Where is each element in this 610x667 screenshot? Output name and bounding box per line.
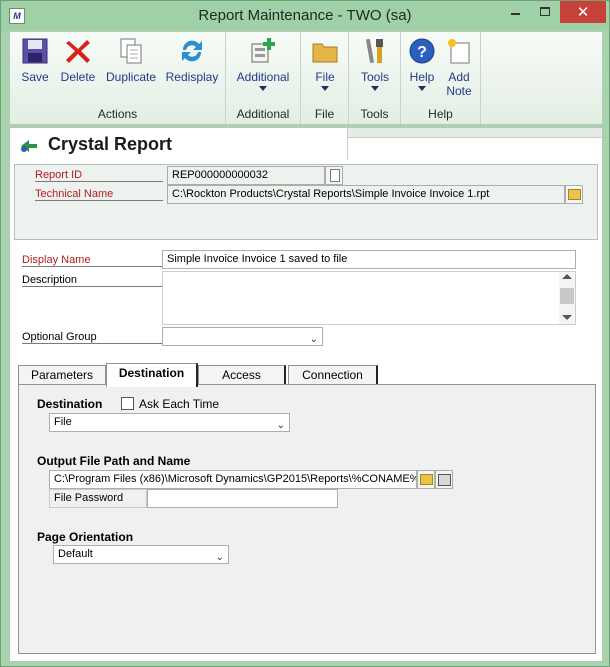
- scroll-thumb[interactable]: [560, 288, 574, 304]
- chevron-down-icon: ⌄: [215, 552, 224, 563]
- tab-parameters[interactable]: Parameters: [18, 365, 106, 386]
- minimize-button[interactable]: [501, 1, 531, 23]
- delete-label: Delete: [60, 70, 96, 84]
- add-note-icon: [448, 39, 470, 64]
- description-scrollbar[interactable]: [559, 272, 575, 324]
- tab-destination[interactable]: Destination: [106, 363, 198, 387]
- folder-icon: [568, 189, 581, 200]
- page-title: Crystal Report: [48, 134, 173, 154]
- help-button[interactable]: ? Help: [405, 36, 439, 91]
- tools-label: Tools: [360, 70, 389, 84]
- add-note-label: Add Note: [446, 70, 472, 98]
- redisplay-button[interactable]: Redisplay: [162, 36, 222, 84]
- output-path-label: Output File Path and Name: [37, 454, 191, 468]
- ribbon-group-label-file: File: [314, 107, 335, 121]
- optional-group-select[interactable]: ⌄: [162, 327, 323, 346]
- technical-name-browse-button[interactable]: [565, 185, 583, 204]
- ribbon-group-tools: Tools Tools: [349, 32, 401, 124]
- ribbon-group-additional: Additional Additional: [226, 32, 301, 124]
- tools-dropdown-icon: [371, 86, 379, 91]
- folder-icon: [420, 474, 433, 485]
- ribbon-group-label-help: Help: [428, 107, 453, 121]
- additional-label: Additional: [236, 70, 290, 84]
- file-password-field[interactable]: [147, 489, 338, 508]
- help-icon: ?: [409, 38, 435, 64]
- output-path-browse-button[interactable]: [417, 470, 435, 489]
- help-label: Help: [409, 70, 435, 84]
- save-button[interactable]: Save: [16, 36, 54, 84]
- crystal-report-icon: [21, 140, 37, 152]
- additional-button[interactable]: Additional: [230, 36, 296, 91]
- duplicate-button[interactable]: Duplicate: [102, 36, 160, 84]
- technical-name-field[interactable]: C:\Rockton Products\Crystal Reports\Simp…: [167, 185, 565, 204]
- delete-icon: [66, 40, 90, 63]
- add-note-button[interactable]: Add Note: [441, 36, 477, 98]
- calculator-icon: [438, 474, 451, 486]
- header-strip: [348, 128, 602, 138]
- ribbon-group-help: ? Help Add Note Help: [401, 32, 481, 124]
- report-id-field[interactable]: REP000000000032: [167, 166, 325, 185]
- tools-button[interactable]: Tools: [354, 36, 396, 91]
- folder-icon: [312, 43, 338, 63]
- tab-connection[interactable]: Connection: [288, 365, 378, 386]
- delete-button[interactable]: Delete: [56, 36, 100, 84]
- destination-select[interactable]: File ⌄: [49, 413, 290, 432]
- description-label: Description: [22, 274, 162, 287]
- ask-each-time-label: Ask Each Time: [139, 397, 220, 411]
- header-tab: Crystal Report: [10, 128, 348, 160]
- destination-label: Destination: [37, 397, 103, 411]
- output-path-variables-button[interactable]: [435, 470, 453, 489]
- chevron-down-icon: ⌄: [309, 334, 318, 345]
- output-path-field[interactable]: C:\Program Files (x86)\Microsoft Dynamic…: [49, 470, 417, 489]
- ribbon-group-label-additional: Additional: [236, 107, 290, 121]
- report-id-lookup-button[interactable]: [325, 166, 343, 185]
- duplicate-label: Duplicate: [105, 70, 157, 84]
- maximize-button[interactable]: [531, 1, 559, 23]
- scroll-up-icon[interactable]: [562, 274, 572, 279]
- tools-icon: [365, 38, 383, 64]
- redisplay-label: Redisplay: [165, 70, 219, 84]
- ask-each-time-checkbox[interactable]: [121, 397, 134, 410]
- destination-tab-page: Destination Ask Each Time File ⌄ Output …: [18, 384, 596, 654]
- report-maintenance-window: M Report Maintenance - TWO (sa) ✕ Save D…: [0, 0, 610, 667]
- help-dropdown-icon: [418, 86, 426, 91]
- destination-value: File: [54, 416, 72, 428]
- main-panel: Crystal Report Report ID REP000000000032…: [9, 127, 603, 662]
- technical-name-label: Technical Name: [35, 188, 163, 201]
- tab-access[interactable]: Access: [198, 365, 286, 386]
- save-icon: [22, 38, 48, 64]
- close-button[interactable]: ✕: [560, 1, 606, 23]
- new-document-icon: [330, 169, 340, 182]
- file-button[interactable]: File: [306, 36, 344, 91]
- close-icon: ✕: [576, 4, 590, 21]
- maximize-icon: [540, 7, 550, 16]
- ribbon: Save Delete Duplicate Redisplay Actions …: [9, 31, 603, 125]
- title-bar[interactable]: M Report Maintenance - TWO (sa) ✕: [1, 1, 609, 31]
- svg-text:?: ?: [417, 44, 427, 61]
- ribbon-group-file: File File: [301, 32, 349, 124]
- file-password-label: File Password: [49, 489, 147, 508]
- display-name-field[interactable]: Simple Invoice Invoice 1 saved to file: [162, 250, 576, 269]
- optional-group-label: Optional Group: [22, 331, 162, 344]
- ribbon-group-label-tools: Tools: [360, 107, 389, 121]
- page-orientation-label: Page Orientation: [37, 530, 134, 544]
- minimize-icon: [511, 13, 520, 15]
- scroll-down-icon[interactable]: [562, 315, 572, 320]
- report-identity-box: Report ID REP000000000032 Technical Name…: [14, 164, 598, 240]
- file-label: File: [315, 70, 335, 84]
- description-field[interactable]: [162, 271, 576, 325]
- report-id-label: Report ID: [35, 169, 163, 182]
- display-name-label: Display Name: [22, 254, 162, 267]
- save-label: Save: [21, 70, 49, 84]
- ribbon-group-actions: Save Delete Duplicate Redisplay Actions: [10, 32, 226, 124]
- page-orientation-value: Default: [58, 548, 93, 560]
- additional-icon: [251, 38, 275, 63]
- ribbon-group-label-actions: Actions: [97, 107, 138, 121]
- chevron-down-icon: ⌄: [276, 420, 285, 431]
- redisplay-icon: [182, 40, 202, 62]
- file-dropdown-icon: [321, 86, 329, 91]
- additional-dropdown-icon: [259, 86, 267, 91]
- duplicate-icon: [120, 38, 142, 64]
- page-orientation-select[interactable]: Default ⌄: [53, 545, 229, 564]
